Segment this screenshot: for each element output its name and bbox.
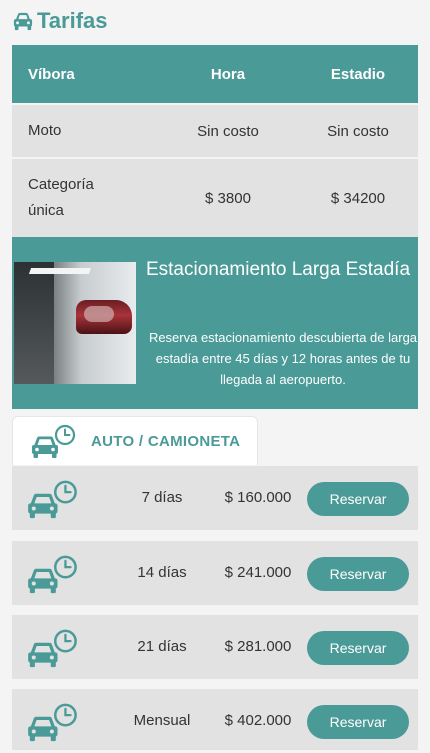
row-name: Categoría única xyxy=(12,157,158,237)
tab-label: AUTO / CAMIONETA xyxy=(91,433,241,450)
row-name: Moto xyxy=(12,103,158,158)
promo-title: Estacionamiento Larga Estadía xyxy=(145,259,411,280)
rates-table: Víbora Hora Estadio Moto Sin costo Sin c… xyxy=(12,45,418,237)
list-item: 21 días $ 281.000 Reservar xyxy=(12,615,418,679)
row-estadio: $ 34200 xyxy=(298,157,418,237)
option-duration: 14 días xyxy=(137,564,187,581)
table-row: Categoría única $ 3800 $ 34200 xyxy=(12,157,418,237)
car-clock-icon xyxy=(32,424,76,458)
list-item: 7 días $ 160.000 Reservar xyxy=(12,466,418,530)
rates-header-row: Víbora Hora Estadio xyxy=(12,45,418,104)
reservar-button[interactable]: Reservar xyxy=(307,482,409,516)
car-clock-icon xyxy=(28,480,77,519)
car-clock-icon xyxy=(28,703,77,742)
option-price: $ 281.000 xyxy=(224,638,292,655)
reservar-button[interactable]: Reservar xyxy=(307,705,409,739)
list-item: 14 días $ 241.000 Reservar xyxy=(12,541,418,605)
list-item: Mensual $ 402.000 Reservar xyxy=(12,689,418,750)
page-header: Tarifas xyxy=(12,6,108,36)
car-clock-icon xyxy=(28,555,77,594)
col-header-vehicle: Víbora xyxy=(12,45,158,104)
option-duration: 21 días xyxy=(137,638,187,655)
car-taillight-photo xyxy=(14,262,136,384)
long-stay-promo: Estacionamiento Larga Estadía Reserva es… xyxy=(12,237,418,409)
col-header-estadio: Estadio xyxy=(298,45,418,104)
option-duration: 7 días xyxy=(141,489,183,506)
reservar-button[interactable]: Reservar xyxy=(307,557,409,591)
row-hora: Sin costo xyxy=(158,103,298,158)
car-clock-icon xyxy=(28,629,77,668)
reservar-button[interactable]: Reservar xyxy=(307,631,409,665)
col-header-hora: Hora xyxy=(158,45,298,104)
option-price: $ 160.000 xyxy=(224,489,292,506)
option-duration: Mensual xyxy=(133,712,191,729)
page-title: Tarifas xyxy=(37,8,108,33)
promo-description: Reserva estacionamiento descubierta de l… xyxy=(148,330,418,387)
row-estadio: Sin costo xyxy=(298,103,418,158)
option-price: $ 402.000 xyxy=(224,712,292,729)
tab-auto-camioneta[interactable]: AUTO / CAMIONETA xyxy=(12,416,258,465)
car-icon xyxy=(13,12,33,31)
row-hora: $ 3800 xyxy=(158,157,298,237)
option-price: $ 241.000 xyxy=(224,564,292,581)
table-row: Moto Sin costo Sin costo xyxy=(12,103,418,158)
